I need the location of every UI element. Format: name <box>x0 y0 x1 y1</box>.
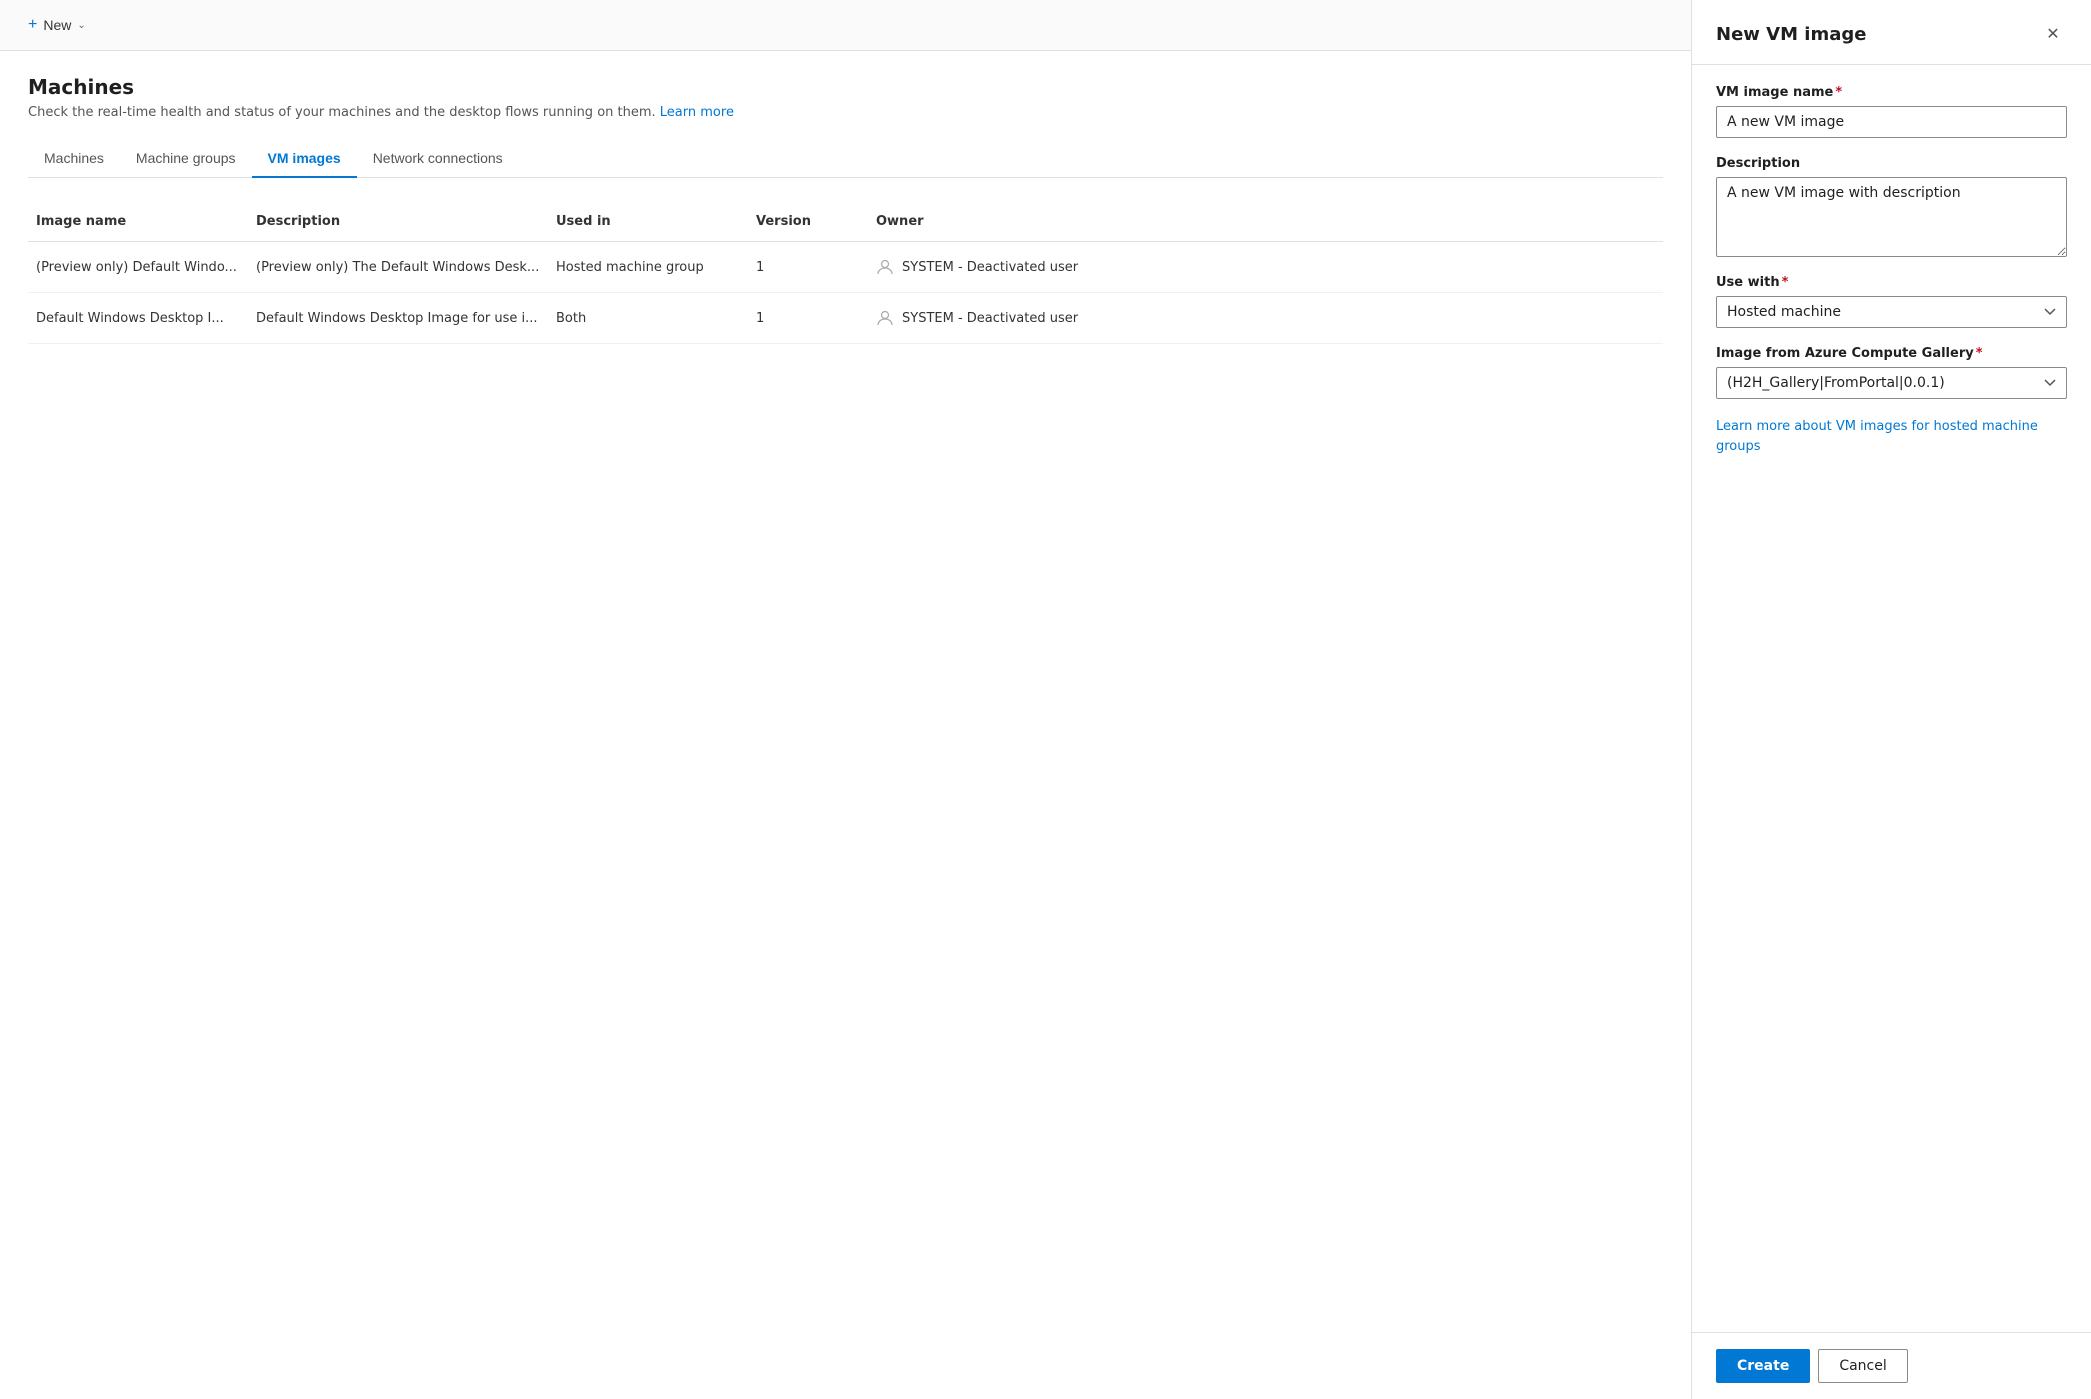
cell-description-2: Default Windows Desktop Image for use i.… <box>248 307 548 330</box>
col-description: Description <box>248 210 548 233</box>
table-row[interactable]: Default Windows Desktop I... Default Win… <box>28 293 1663 344</box>
page-subtitle: Check the real-time health and status of… <box>28 105 1663 120</box>
required-star: * <box>1835 85 1842 100</box>
table-header: Image name Description Used in Version O… <box>28 202 1663 242</box>
col-image-name: Image name <box>28 210 248 233</box>
learn-more-link-main[interactable]: Learn more <box>660 105 734 120</box>
description-group: Description A new VM image with descript… <box>1716 156 2067 257</box>
description-textarea[interactable]: A new VM image with description <box>1716 177 2067 257</box>
cell-owner-1: SYSTEM - Deactivated user <box>868 254 1663 280</box>
required-star-2: * <box>1782 275 1789 290</box>
panel-header: New VM image ✕ <box>1692 0 2091 65</box>
vm-image-name-label: VM image name* <box>1716 85 2067 100</box>
side-panel: New VM image ✕ VM image name* Descriptio… <box>1691 0 2091 1399</box>
page-title: Machines <box>28 75 1663 99</box>
required-star-3: * <box>1976 346 1983 361</box>
cell-description-1: (Preview only) The Default Windows Desk.… <box>248 256 548 279</box>
close-button[interactable]: ✕ <box>2039 20 2067 48</box>
image-gallery-label: Image from Azure Compute Gallery* <box>1716 346 2067 361</box>
cell-version-2: 1 <box>748 307 868 330</box>
table-row[interactable]: (Preview only) Default Windo... (Preview… <box>28 242 1663 293</box>
cancel-button[interactable]: Cancel <box>1818 1349 1907 1383</box>
tab-vm-images[interactable]: VM images <box>252 140 357 178</box>
panel-title: New VM image <box>1716 24 1866 45</box>
panel-body: VM image name* Description A new VM imag… <box>1692 65 2091 1332</box>
col-version: Version <box>748 210 868 233</box>
tab-network-connections[interactable]: Network connections <box>357 140 519 178</box>
cell-owner-2: SYSTEM - Deactivated user <box>868 305 1663 331</box>
use-with-group: Use with* Hosted machine Hosted machine … <box>1716 275 2067 328</box>
page-area: Machines Check the real-time health and … <box>0 51 1691 1399</box>
tabs-container: Machines Machine groups VM images Networ… <box>28 140 1663 178</box>
chevron-down-icon: ⌄ <box>77 20 85 31</box>
use-with-select[interactable]: Hosted machine Hosted machine group Both <box>1716 296 2067 328</box>
image-gallery-select[interactable]: (H2H_Gallery|FromPortal|0.0.1) <box>1716 367 2067 399</box>
cell-used-in-1: Hosted machine group <box>548 256 748 279</box>
tab-machines[interactable]: Machines <box>28 140 120 178</box>
user-icon <box>876 258 894 276</box>
col-owner: Owner <box>868 210 1663 233</box>
cell-version-1: 1 <box>748 256 868 279</box>
user-icon <box>876 309 894 327</box>
close-icon: ✕ <box>2046 24 2059 44</box>
cell-used-in-2: Both <box>548 307 748 330</box>
top-bar: + New ⌄ <box>0 0 1691 51</box>
learn-more-link-panel[interactable]: Learn more about VM images for hosted ma… <box>1716 417 2067 456</box>
new-button-label: New <box>43 17 71 33</box>
col-used-in: Used in <box>548 210 748 233</box>
cell-image-name-2: Default Windows Desktop I... <box>28 307 248 330</box>
vm-image-name-group: VM image name* <box>1716 85 2067 138</box>
vm-images-table: Image name Description Used in Version O… <box>28 202 1663 344</box>
panel-footer: Create Cancel <box>1692 1332 2091 1399</box>
cell-image-name-1: (Preview only) Default Windo... <box>28 256 248 279</box>
image-gallery-group: Image from Azure Compute Gallery* (H2H_G… <box>1716 346 2067 399</box>
description-label: Description <box>1716 156 2067 171</box>
use-with-label: Use with* <box>1716 275 2067 290</box>
new-button[interactable]: + New ⌄ <box>20 12 94 38</box>
create-button[interactable]: Create <box>1716 1349 1810 1383</box>
plus-icon: + <box>28 16 37 34</box>
vm-image-name-input[interactable] <box>1716 106 2067 138</box>
tab-machine-groups[interactable]: Machine groups <box>120 140 252 178</box>
